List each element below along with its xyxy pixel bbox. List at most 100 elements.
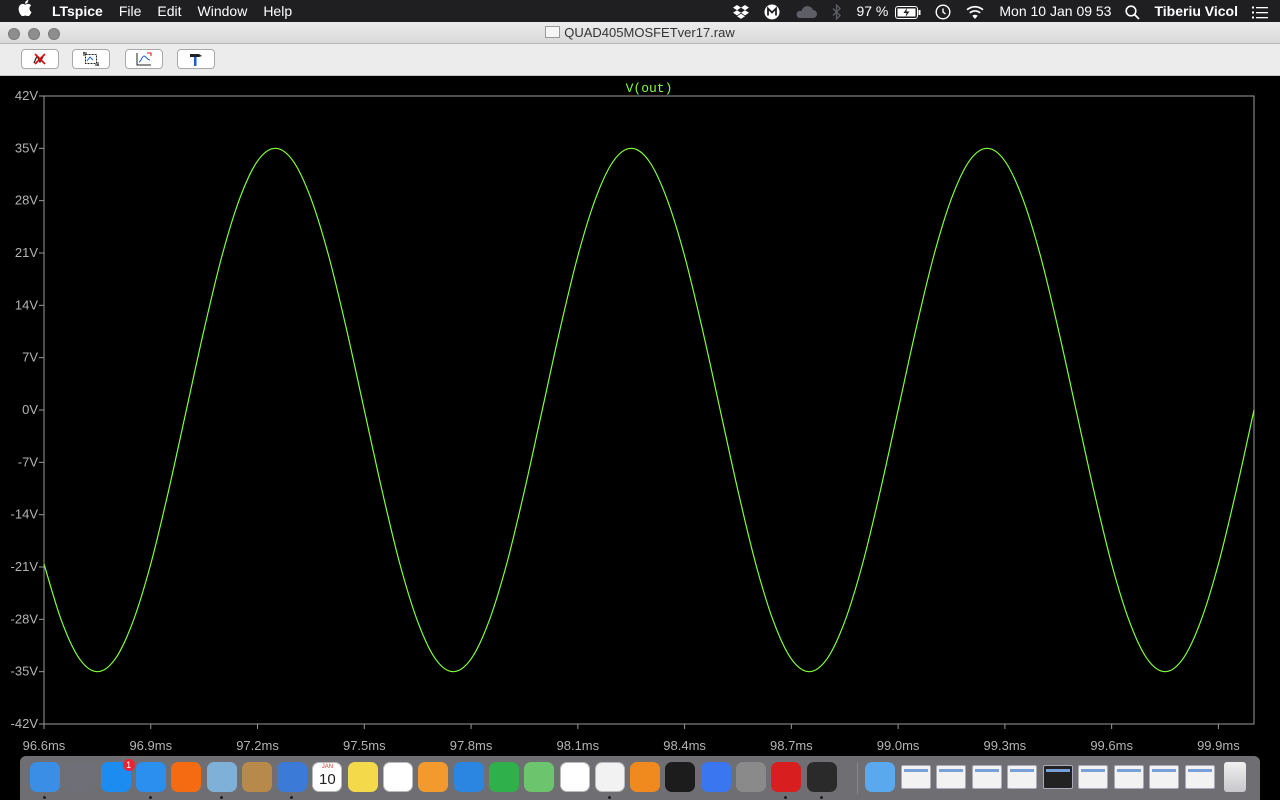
- x-tick-label: 96.6ms: [23, 738, 66, 753]
- x-tick-label: 98.4ms: [663, 738, 706, 753]
- running-indicator: [219, 796, 223, 799]
- terminal-icon[interactable]: [665, 762, 696, 792]
- preview-icon[interactable]: [206, 762, 237, 792]
- minimized-window-2[interactable]: [936, 765, 966, 789]
- m-icon[interactable]: [757, 0, 787, 22]
- y-tick-label: 7V: [22, 350, 38, 365]
- y-tick-label: 28V: [15, 193, 38, 208]
- y-tick-label: 42V: [15, 88, 38, 103]
- calendar-icon[interactable]: JAN 10: [312, 762, 343, 792]
- y-tick-label: -7V: [18, 454, 39, 469]
- x-tick-label: 97.5ms: [343, 738, 386, 753]
- safari-icon[interactable]: [135, 762, 166, 792]
- running-indicator: [43, 796, 46, 799]
- y-tick-label: 14V: [15, 297, 38, 312]
- app-store-badge: 1: [122, 759, 135, 771]
- window-title-bar[interactable]: QUAD405MOSFETver17.raw: [0, 22, 1280, 44]
- window-title-text: QUAD405MOSFETver17.raw: [564, 25, 735, 40]
- minimized-window-1[interactable]: [900, 765, 931, 789]
- y-tick-label: -21V: [11, 559, 39, 574]
- waveform-plot[interactable]: 42V 35V 28V 21V 14V 7V 0V -7V -14V -21V -28V -35V -4…: [0, 76, 1280, 756]
- app-menu-ltspice[interactable]: LTspice: [44, 0, 111, 22]
- launchpad-icon[interactable]: [65, 762, 96, 792]
- plot-frame: [43, 95, 1255, 725]
- y-tick-label: -42V: [11, 716, 39, 731]
- hammer-icon: [190, 54, 202, 66]
- apple-logo-icon[interactable]: [0, 0, 44, 23]
- minimized-window-5[interactable]: [1042, 765, 1073, 789]
- stickies-icon[interactable]: [347, 762, 378, 792]
- firefox-icon[interactable]: [171, 762, 202, 792]
- dock-separator: [857, 762, 858, 794]
- keynote-icon[interactable]: [453, 762, 484, 792]
- numbers-icon[interactable]: [488, 762, 519, 792]
- minimized-window-3[interactable]: [971, 765, 1002, 789]
- waveform-document-icon: [545, 26, 561, 38]
- minimized-window-6[interactable]: [1078, 765, 1108, 789]
- time-machine-icon[interactable]: [928, 0, 958, 22]
- trace-label-v-out: V(out): [626, 81, 673, 96]
- toolbar: [0, 44, 1280, 76]
- user-name[interactable]: Tiberiu Vicol: [1147, 0, 1245, 22]
- ltspice-icon[interactable]: [806, 762, 837, 792]
- menu-bar: LTspice File Edit Window Help 97 % Mon 1…: [0, 0, 1280, 22]
- y-tick-label: 21V: [15, 245, 38, 260]
- zoom-rect-icon: [83, 52, 99, 66]
- notes-brown-icon[interactable]: [241, 762, 272, 792]
- downloads-folder-icon[interactable]: [865, 762, 895, 792]
- dock: 1 JAN 10: [20, 756, 1260, 800]
- search-icon[interactable]: [1118, 0, 1147, 22]
- hammer-button[interactable]: [177, 49, 215, 69]
- running-indicator: [148, 796, 152, 799]
- textedit-icon[interactable]: [383, 762, 413, 792]
- x-tick-label: 99.6ms: [1090, 738, 1133, 753]
- x-tick-label: 97.2ms: [236, 738, 279, 753]
- list-icon[interactable]: [1245, 0, 1280, 22]
- y-tick-label: 0V: [22, 402, 38, 417]
- x-tick-label: 98.1ms: [557, 738, 600, 753]
- battery-icon[interactable]: [895, 0, 928, 22]
- calculator-icon[interactable]: [736, 762, 766, 792]
- acrobat-icon[interactable]: [771, 762, 802, 792]
- app-store-icon[interactable]: 1: [100, 759, 135, 792]
- minimized-window-4[interactable]: [1007, 765, 1037, 789]
- menu-window[interactable]: Window: [190, 0, 256, 22]
- wifi-icon[interactable]: [958, 0, 992, 22]
- minimized-window-9[interactable]: [1184, 765, 1215, 789]
- pages-icon[interactable]: [418, 762, 449, 792]
- cloud-icon[interactable]: [787, 0, 825, 22]
- delete-trace-button[interactable]: [21, 49, 59, 69]
- finder-icon[interactable]: [30, 762, 60, 792]
- menu-help[interactable]: Help: [255, 0, 300, 22]
- x-tick-label: 96.9ms: [129, 738, 172, 753]
- y-tick-label: -28V: [11, 611, 39, 626]
- trace-v-out: [43, 147, 1255, 673]
- x-tick-label: 98.7ms: [770, 738, 813, 753]
- battery-percent: 97 %: [856, 3, 889, 19]
- maps-icon[interactable]: [524, 762, 555, 792]
- signal-icon[interactable]: [700, 762, 731, 792]
- bluetooth-icon[interactable]: [825, 0, 849, 22]
- minimized-window-8[interactable]: [1149, 765, 1179, 789]
- music-icon[interactable]: [594, 762, 625, 792]
- menu-file[interactable]: File: [111, 0, 150, 22]
- y-tick-label: -35V: [11, 664, 39, 679]
- minimized-window-7[interactable]: [1113, 765, 1144, 789]
- running-indicator: [607, 796, 611, 799]
- running-indicator: [290, 796, 294, 799]
- books-icon[interactable]: [630, 762, 661, 792]
- waveform-chart[interactable]: 42V 35V 28V 21V 14V 7V 0V -7V -14V -21V -28V -35V -4…: [0, 76, 1280, 756]
- trash-icon[interactable]: [1224, 762, 1246, 792]
- y-tick-label: 35V: [15, 140, 38, 155]
- xcode-icon[interactable]: [277, 762, 308, 792]
- dropbox-icon[interactable]: [725, 0, 757, 22]
- autorange-icon: [136, 52, 152, 66]
- zoom-rect-button[interactable]: [72, 49, 110, 69]
- clock-datetime[interactable]: Mon 10 Jan 09 53: [992, 0, 1118, 22]
- menu-edit[interactable]: Edit: [149, 0, 189, 22]
- photos-icon[interactable]: [559, 762, 590, 792]
- calendar-day: 10: [319, 771, 336, 788]
- close-trace-icon: [33, 53, 46, 65]
- y-tick-label: -14V: [11, 507, 39, 522]
- autorange-button[interactable]: [125, 49, 163, 69]
